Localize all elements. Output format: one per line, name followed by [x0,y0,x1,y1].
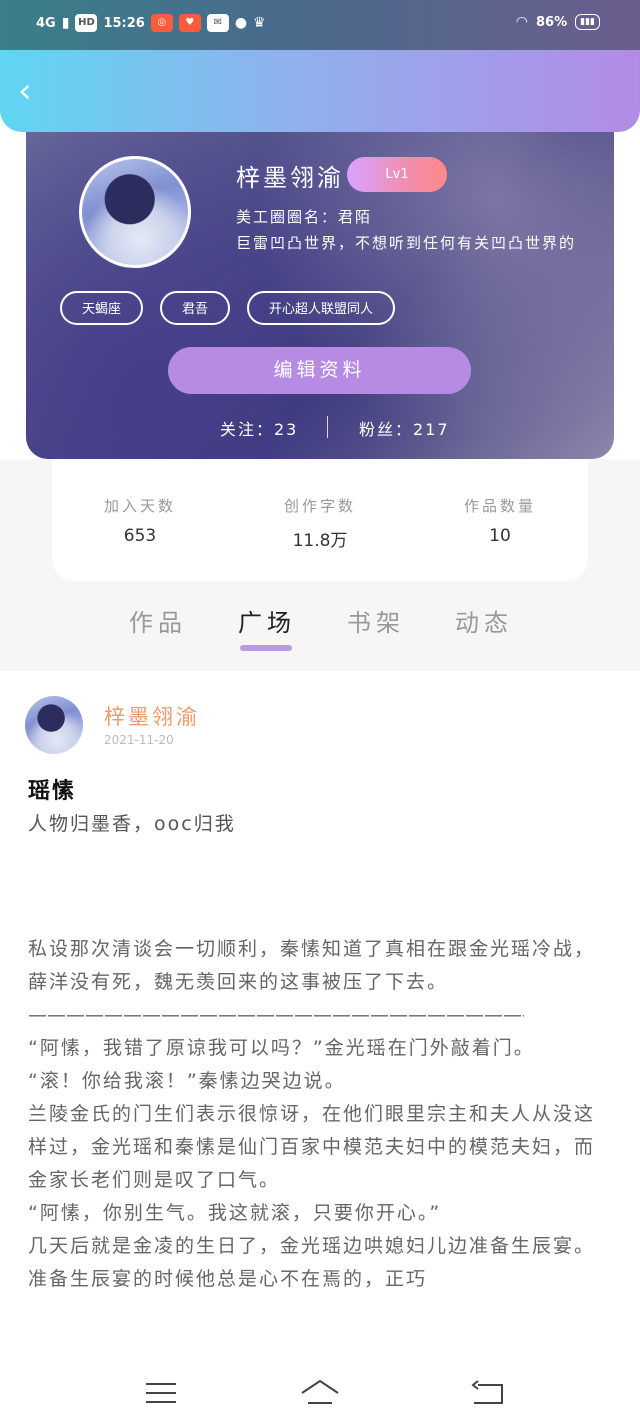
tag-item[interactable]: 天蝎座 [60,291,144,325]
avatar[interactable] [79,156,191,268]
wifi-icon: ◠ [515,14,529,30]
circle-name: 美工圈圈名：君陌 [236,208,373,226]
level-badge: Lv1 [347,157,447,192]
system-nav-bar [0,1361,640,1427]
stat-word-count: 创作字数 11.8万 [250,495,390,551]
tab-square[interactable]: 广场 [227,603,307,638]
menu-icon[interactable] [142,1375,182,1411]
follow-count[interactable]: 关注：23 [220,416,298,440]
post-paragraph: 私设那次清谈会一切顺利，秦愫知道了真相在跟金光瑶冷战，薛洋没有死，魏无羡回来的这… [28,938,596,993]
tab-activity[interactable]: 动态 [444,603,524,638]
chat-notification-icon: ● [234,15,248,31]
stat-value: 10 [489,526,511,546]
divider [327,416,328,438]
stat-works-count: 作品数量 10 [430,495,570,546]
stats-card: 加入天数 653 创作字数 11.8万 作品数量 10 [52,459,588,581]
page-header: ‹ [0,50,640,132]
post-paragraph: “滚！你给我滚！”秦愫边哭边说。 [28,1070,346,1092]
fans-count[interactable]: 粉丝：217 [359,416,450,440]
post-author-avatar[interactable] [25,696,83,754]
back-button[interactable]: ‹ [18,74,50,108]
post-body: 私设那次清谈会一切顺利，秦愫知道了真相在跟金光瑶冷战，薛洋没有死，魏无羡回来的这… [28,933,602,1296]
stat-label: 创作字数 [283,497,356,515]
profile-tags: 天蝎座 君吾 开心超人联盟同人 [60,291,396,325]
post-title[interactable]: 瑶愫 [28,773,76,805]
edit-profile-button[interactable]: 编辑资料 [168,347,471,394]
post-separator: ——————————————————————————— [28,1004,524,1026]
post-card[interactable]: 梓墨翎渝 2021-11-20 瑶愫 人物归墨香，ooc归我 私设那次清谈会一切… [0,671,640,1361]
profile-tabs: 作品 广场 书架 动态 [0,595,640,661]
stat-value: 11.8万 [292,531,348,551]
post-paragraph: “阿愫，你别生气。我这就滚，只要你开心。” [28,1202,442,1224]
hd-badge: HD [75,14,98,32]
network-indicator: 4G [36,15,56,31]
tag-item[interactable]: 君吾 [160,291,231,325]
post-date: 2021-11-20 [104,733,174,747]
stat-label: 作品数量 [463,497,536,515]
profile-card: 梓墨翎渝 Lv1 美工圈圈名：君陌 巨雷凹凸世界，不想听到任何有关凹凸世界的 天… [26,112,614,459]
follow-stats: 关注：23 粉丝：217 [26,412,614,442]
stat-label: 加入天数 [103,497,176,515]
profile-bio: 巨雷凹凸世界，不想听到任何有关凹凸世界的 [236,234,577,252]
post-subtitle: 人物归墨香，ooc归我 [28,813,236,835]
active-tab-indicator [240,645,292,651]
status-bar: 4G ▮ HD 15:26 ◎ ♥ ✉ ● ♛ ◠ 86% ▮▮▮ [0,0,640,50]
battery-percent: 86% [536,14,568,30]
status-time: 15:26 [103,15,145,31]
battery-icon: ▮▮▮ [575,14,600,30]
post-paragraph: “阿愫，我错了原谅我可以吗？”金光瑶在门外敲着门。 [28,1037,535,1059]
stat-value: 653 [123,526,157,546]
signal-icon: ▮ [61,15,70,31]
mail-notification-icon: ✉ [206,14,229,32]
profile-nickname: 梓墨翎渝 [236,164,344,192]
crown-notification-icon: ♛ [253,15,266,31]
system-back-icon[interactable] [468,1375,508,1411]
home-icon[interactable] [300,1375,340,1411]
heart-notification-icon: ♥ [178,14,201,32]
app-notification-icon: ◎ [150,14,173,32]
post-paragraph: 几天后就是金凌的生日了，金光瑶边哄媳妇儿边准备生辰宴。准备生辰宴的时候他总是心不… [28,1235,596,1290]
tab-bookshelf[interactable]: 书架 [336,603,416,638]
tag-item[interactable]: 开心超人联盟同人 [247,291,396,325]
tab-works[interactable]: 作品 [118,603,198,638]
post-author-name[interactable]: 梓墨翎渝 [104,701,200,731]
post-paragraph: 兰陵金氏的门生们表示很惊讶，在他们眼里宗主和夫人从没这样过，金光瑶和秦愫是仙门百… [28,1103,596,1191]
stat-join-days: 加入天数 653 [70,495,210,546]
